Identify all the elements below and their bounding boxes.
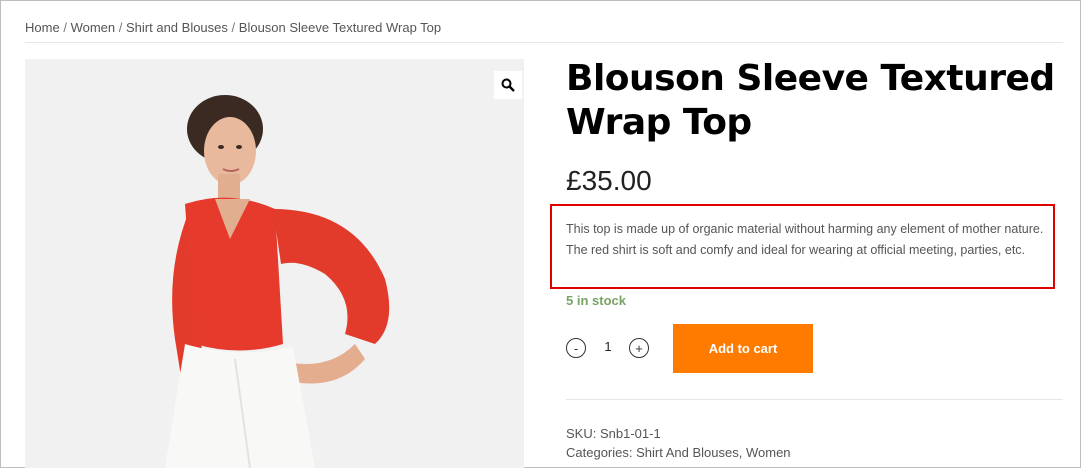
category-link[interactable]: Women (746, 445, 791, 460)
divider (566, 399, 1063, 400)
magnifier-icon (501, 78, 515, 92)
product-description: This top is made up of organic material … (566, 222, 1044, 257)
breadcrumb-separator: / (118, 20, 123, 35)
quantity-decrease-button[interactable]: - (566, 338, 586, 358)
product-price: £35.00 (566, 165, 652, 196)
quantity-input[interactable]: 1 (598, 339, 618, 354)
quantity-increase-button[interactable]: + (629, 338, 649, 358)
categories-row: Categories: Shirt And Blouses, Women (566, 445, 791, 460)
breadcrumb-separator: / (63, 20, 67, 35)
breadcrumb-women[interactable]: Women (71, 20, 116, 35)
category-link[interactable]: Shirt And Blouses (636, 445, 739, 460)
add-to-cart-button[interactable]: Add to cart (673, 324, 813, 373)
product-title-line: Wrap Top (566, 102, 752, 143)
sku-label: SKU: (566, 426, 597, 441)
breadcrumb-separator: / (231, 20, 236, 35)
breadcrumb-home[interactable]: Home (25, 20, 60, 35)
breadcrumb-current: Blouson Sleeve Textured Wrap Top (238, 20, 442, 35)
breadcrumb-shirt-and-blouses[interactable]: Shirt and Blouses (126, 20, 228, 35)
plus-icon: + (635, 340, 643, 356)
product-image[interactable] (25, 59, 524, 468)
categories-label: Categories: (566, 445, 633, 460)
sku-value: Snb1-01-1 (599, 426, 661, 441)
product-photo (25, 59, 524, 468)
product-title-line: Blouson Sleeve Textured (566, 58, 1055, 99)
divider (25, 42, 1063, 43)
sku-row: SKU: Snb1-01-1 (566, 426, 661, 441)
breadcrumb: Home / Women / Shirt and Blouses / Blous… (25, 20, 441, 35)
stock-status: 5 in stock (566, 293, 626, 308)
product-title: Blouson Sleeve Textured Wrap Top (566, 57, 1066, 145)
zoom-button[interactable] (494, 71, 522, 99)
minus-icon: - (573, 340, 579, 356)
